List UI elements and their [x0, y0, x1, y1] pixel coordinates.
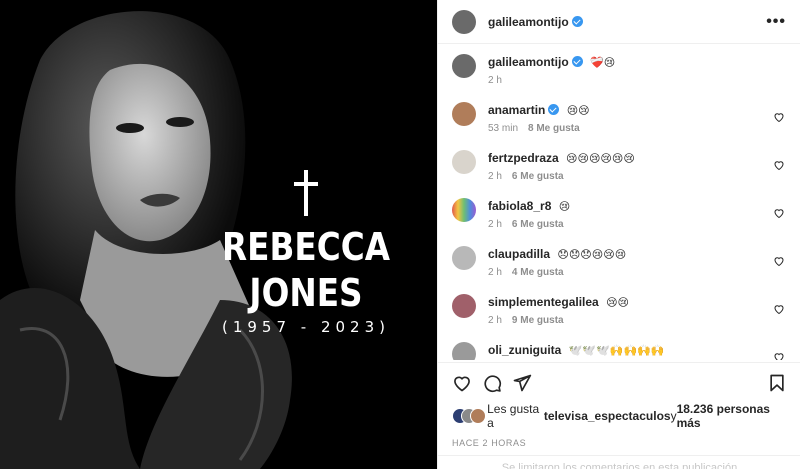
like-comment-heart-icon[interactable] — [773, 159, 785, 171]
caption-username[interactable]: galileamontijo — [488, 55, 569, 69]
likes-count-link[interactable]: 18.236 personas más — [677, 402, 787, 430]
commenter-avatar[interactable] — [452, 246, 476, 270]
comment-item: oli_zuniguita 🕊️🕊️🕊️🙌🙌🙌🙌 — [452, 333, 787, 360]
memorial-years: (1957 - 2023) — [221, 318, 390, 336]
verified-badge-icon — [571, 15, 583, 27]
comment-likes[interactable]: 4 Me gusta — [512, 267, 564, 278]
like-comment-heart-icon[interactable] — [773, 303, 785, 315]
action-bar — [452, 372, 787, 394]
comment-item: anamartin 😢😢 53 min 8 Me gusta — [452, 93, 787, 141]
author-avatar[interactable] — [452, 9, 476, 34]
comment-likes[interactable]: 6 Me gusta — [512, 219, 564, 230]
commenter-username[interactable]: oli_zuniguita — [488, 343, 561, 357]
comment-likes[interactable]: 6 Me gusta — [512, 171, 564, 182]
like-comment-heart-icon[interactable] — [773, 255, 785, 267]
like-comment-heart-icon[interactable] — [773, 351, 785, 360]
comment-time[interactable]: 2 h — [488, 315, 502, 326]
memorial-name: REBECCA JONES — [222, 225, 390, 315]
post-sidebar: galileamontijo ••• galileamontijo ❤️‍🩹😢 … — [437, 0, 800, 469]
caption-time[interactable]: 2 h — [488, 75, 502, 86]
author-username[interactable]: galileamontijo — [488, 15, 569, 29]
share-paper-plane-icon[interactable] — [512, 373, 532, 393]
post-header: galileamontijo ••• — [438, 0, 800, 44]
commenter-avatar[interactable] — [452, 342, 476, 360]
cross-icon — [294, 170, 318, 216]
verified-badge-icon — [571, 56, 583, 67]
save-bookmark-icon[interactable] — [767, 373, 787, 393]
like-comment-heart-icon[interactable] — [773, 111, 785, 123]
commenter-avatar[interactable] — [452, 102, 476, 126]
comment-time[interactable]: 2 h — [488, 219, 502, 230]
caption: galileamontijo ❤️‍🩹😢 2 h — [452, 45, 787, 93]
like-comment-heart-icon[interactable] — [773, 207, 785, 219]
comment-text: 😢😢 — [566, 105, 590, 117]
verified-badge-icon — [548, 104, 560, 115]
comment-item: simplementegalilea 😢😢 2 h 9 Me gusta — [452, 285, 787, 333]
post-time[interactable]: HACE 2 HORAS — [452, 438, 787, 448]
comment-item: claupadilla 😞😞😞😢😢😢 2 h 4 Me gusta — [452, 237, 787, 285]
comment-likes[interactable]: 8 Me gusta — [528, 123, 580, 134]
comment-bubble-icon[interactable] — [482, 373, 502, 393]
commenter-avatar[interactable] — [452, 198, 476, 222]
comment-item: fabiola8_r8 😢 2 h 6 Me gusta — [452, 189, 787, 237]
memorial-text: REBECCA JONES (1957 - 2023) — [176, 170, 436, 336]
comments-list[interactable]: galileamontijo ❤️‍🩹😢 2 h anamartin 😢😢 53… — [438, 45, 800, 360]
comment-likes[interactable]: 9 Me gusta — [512, 315, 564, 326]
commenter-username[interactable]: claupadilla — [488, 247, 550, 261]
comment-item: fertzpedraza 😢😢😢😢😢😢 2 h 6 Me gusta — [452, 141, 787, 189]
comment-text: 😞😞😞😢😢😢 — [557, 249, 627, 261]
liker-avatars[interactable] — [452, 408, 486, 424]
commenter-username[interactable]: anamartin — [488, 103, 545, 117]
caption-text: ❤️‍🩹😢 — [590, 57, 616, 69]
commenter-username[interactable]: fabiola8_r8 — [488, 199, 551, 213]
comment-time[interactable]: 2 h — [488, 267, 502, 278]
like-heart-icon[interactable] — [452, 373, 472, 393]
post-actions: Les gusta a televisa_espectaculos y 18.2… — [438, 362, 800, 448]
author-avatar[interactable] — [452, 54, 476, 78]
comment-text: 😢😢 — [606, 297, 629, 309]
likes-summary: Les gusta a televisa_espectaculos y 18.2… — [452, 402, 787, 430]
comment-time[interactable]: 53 min — [488, 123, 518, 134]
commenter-username[interactable]: simplementegalilea — [488, 295, 599, 309]
post-viewer: REBECCA JONES (1957 - 2023) galileamonti… — [0, 0, 800, 469]
more-options-icon[interactable]: ••• — [766, 13, 786, 31]
commenter-username[interactable]: fertzpedraza — [488, 151, 559, 165]
comment-time[interactable]: 2 h — [488, 171, 502, 182]
comments-limited-notice: Se limitaron los comentarios en esta pub… — [438, 455, 800, 469]
post-image[interactable]: REBECCA JONES (1957 - 2023) — [0, 0, 437, 469]
likes-user-link[interactable]: televisa_espectaculos — [544, 409, 671, 423]
comment-text: 😢 — [558, 201, 571, 213]
likes-prefix: Les gusta a — [487, 402, 540, 430]
commenter-avatar[interactable] — [452, 150, 476, 174]
commenter-avatar[interactable] — [452, 294, 476, 318]
comment-text: 🕊️🕊️🕊️🙌🙌🙌🙌 — [568, 345, 665, 357]
comment-text: 😢😢😢😢😢😢 — [566, 153, 635, 165]
